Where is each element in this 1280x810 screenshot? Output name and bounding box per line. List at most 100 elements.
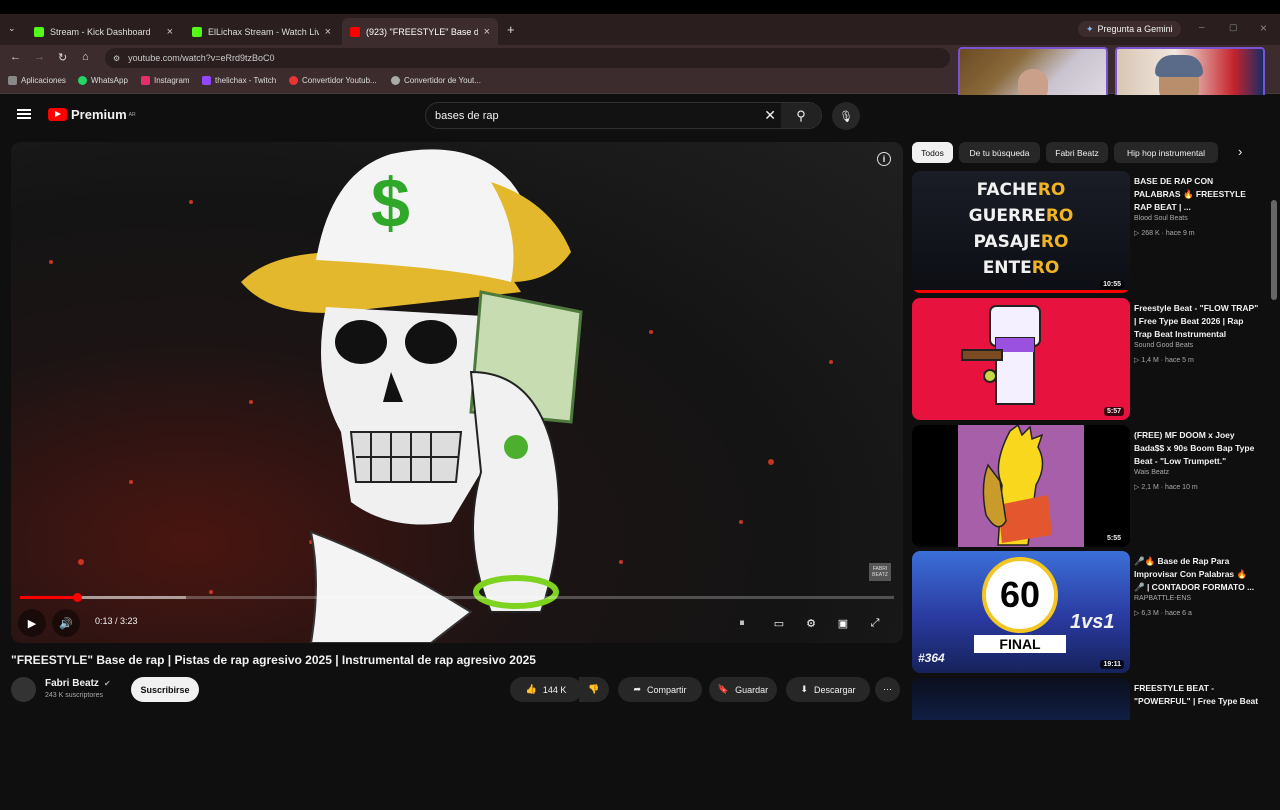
video-thumbnail[interactable]: 60 FINAL 1vs1 #364 19:11 <box>912 551 1130 673</box>
globe-icon <box>391 76 400 85</box>
youtube-logo[interactable]: Premium AR <box>48 107 136 122</box>
play-button[interactable]: ▶ <box>18 609 46 637</box>
chip-all[interactable]: Todos <box>912 142 953 163</box>
home-icon[interactable]: ⌂ <box>82 51 89 63</box>
recommendation-channel[interactable]: Sound Good Beats <box>1134 342 1193 349</box>
recommendation-title[interactable]: BASE DE RAP CON PALABRAS 🔥 FREESTYLE RAP… <box>1134 175 1260 214</box>
reload-icon[interactable]: ↻ <box>58 51 67 64</box>
chip-hiphop[interactable]: Hip hop instrumental <box>1114 142 1218 163</box>
kick-icon <box>192 26 202 37</box>
recommendation-channel[interactable]: Blood Soul Beats <box>1134 215 1188 222</box>
recommendation-item[interactable]: FACHERO GUERRERO PASAJERO ENTERO 10:55 B… <box>912 171 1260 293</box>
duration-badge: 5:57 <box>1103 407 1124 416</box>
tab-search-icon[interactable]: ⌄ <box>8 23 16 34</box>
dislike-button[interactable]: 👎 <box>579 677 609 702</box>
youtube-page: Premium AR bases de rap ✕ ⚲ 🎙 $ i FABRI … <box>0 95 1280 720</box>
autoplay-toggle[interactable]: ⏸ <box>728 609 756 637</box>
clear-icon[interactable]: ✕ <box>764 107 776 124</box>
thumb-word: FACHERO <box>976 180 1066 200</box>
video-player[interactable]: $ i FABRI BEATZ ▶ 🔊 0:13 / 3:23 ⏸ ▭ ⚙ ▣ … <box>11 142 903 643</box>
recommendation-meta: ▷ 268 K · hace 9 m <box>1134 230 1195 237</box>
time-display: 0:13 / 3:23 <box>95 616 138 626</box>
settings-button[interactable]: ⚙ <box>797 609 825 637</box>
thumb-vs-label: 1vs1 <box>1070 611 1115 633</box>
scrollbar-thumb[interactable] <box>1271 200 1277 300</box>
url-field[interactable]: ⚙ youtube.com/watch?v=eRrd9tzBoC0 <box>105 48 950 68</box>
recommendation-channel[interactable]: RAPBATTLE-ENS <box>1134 595 1191 602</box>
video-thumbnail[interactable]: 5:57 <box>912 298 1130 420</box>
gemini-button[interactable]: ✦ Pregunta a Gemini <box>1078 21 1181 37</box>
tab-kick-dashboard[interactable]: Stream - Kick Dashboard × <box>26 18 181 45</box>
theater-icon: ▣ <box>837 617 849 630</box>
recommendation-title[interactable]: Freestyle Beat - "FLOW TRAP" | Free Type… <box>1134 302 1260 341</box>
bookmark-converter-2[interactable]: Convertidor de Yout... <box>391 76 481 85</box>
chip-channel[interactable]: Fabri Beatz <box>1046 142 1108 163</box>
bookmark-instagram[interactable]: Instagram <box>141 76 190 85</box>
bookmark-twitch[interactable]: thelichax - Twitch <box>202 76 276 85</box>
close-icon[interactable]: × <box>325 26 331 38</box>
thumbs-down-icon: 👎 <box>588 684 600 694</box>
save-button[interactable]: 🔖 Guardar <box>709 677 777 702</box>
voice-search-button[interactable]: 🎙 <box>832 102 860 130</box>
bookmark-label: WhatsApp <box>91 76 128 85</box>
menu-icon[interactable] <box>17 109 31 119</box>
subscribe-button[interactable]: Suscribirse <box>131 677 199 702</box>
recommendation-title[interactable]: FREESTYLE BEAT - "POWERFUL" | Free Type … <box>1134 682 1260 708</box>
tab-youtube[interactable]: (923) "FREESTYLE" Base de rap × <box>342 18 498 45</box>
youtube-icon <box>350 26 360 37</box>
browser-tab-bar: ⌄ Stream - Kick Dashboard × ElLichax Str… <box>0 14 1280 45</box>
video-thumbnail[interactable]: 5:55 <box>912 425 1130 547</box>
download-button[interactable]: ⬇ Descargar <box>786 677 870 702</box>
window-close-icon[interactable]: × <box>1260 21 1267 35</box>
video-thumbnail[interactable]: FACHERO GUERRERO PASAJERO ENTERO 10:55 <box>912 171 1130 293</box>
subscriber-count: 243 K suscriptores <box>45 692 103 699</box>
whatsapp-icon <box>78 76 87 85</box>
chip-from-search[interactable]: De tu búsqueda <box>959 142 1040 163</box>
new-tab-button[interactable]: + <box>507 22 515 37</box>
scrollbar[interactable] <box>1271 190 1277 810</box>
thumbs-up-icon: 👍 <box>525 684 537 694</box>
twitch-icon <box>202 76 211 85</box>
recommendation-item[interactable]: 5:55 (FREE) MF DOOM x Joey Bada$$ x 90s … <box>912 425 1260 547</box>
chevron-right-icon[interactable]: › <box>1238 144 1242 159</box>
channel-name[interactable]: Fabri Beatz <box>45 678 99 689</box>
search-button[interactable]: ⚲ <box>781 103 821 128</box>
tab-kick-stream[interactable]: ElLichax Stream - Watch Live o × <box>184 18 339 45</box>
search-icon: ⚲ <box>796 107 806 123</box>
video-thumbnail[interactable] <box>912 678 1130 720</box>
bookmark-whatsapp[interactable]: WhatsApp <box>78 76 128 85</box>
avatar[interactable] <box>11 677 36 702</box>
logo-country: AR <box>128 111 136 118</box>
progress-bar[interactable] <box>20 593 894 602</box>
search-input[interactable]: bases de rap ✕ ⚲ <box>425 102 822 129</box>
recommendation-item[interactable]: FREESTYLE BEAT - "POWERFUL" | Free Type … <box>912 678 1260 720</box>
thumb-timer-number: 60 <box>982 557 1058 633</box>
close-icon[interactable]: × <box>484 26 490 38</box>
info-icon[interactable]: i <box>877 152 891 166</box>
channel-watermark[interactable]: FABRI BEATZ <box>869 563 891 581</box>
close-icon[interactable]: × <box>167 26 173 38</box>
back-icon[interactable]: ← <box>10 51 21 63</box>
bookmark-converter-1[interactable]: Convertidor Youtub... <box>289 76 377 85</box>
like-button[interactable]: 👍 144 K <box>510 677 582 702</box>
minimize-icon[interactable]: – <box>1199 22 1205 33</box>
forward-icon[interactable]: → <box>34 51 45 63</box>
theater-button[interactable]: ▣ <box>829 609 857 637</box>
bookmark-apps[interactable]: Aplicaciones <box>8 76 66 85</box>
site-info-icon[interactable]: ⚙ <box>113 54 120 63</box>
subtitles-button[interactable]: ▭ <box>765 609 793 637</box>
gemini-label: Pregunta a Gemini <box>1097 24 1173 34</box>
more-actions-button[interactable]: ⋯ <box>875 677 900 702</box>
recommendation-channel[interactable]: Wais Beatz <box>1134 469 1169 476</box>
recommendation-title[interactable]: 🎤🔥 Base de Rap Para Improvisar Con Palab… <box>1134 555 1260 594</box>
maximize-icon[interactable]: ▢ <box>1229 22 1238 33</box>
fullscreen-button[interactable]: ⤢ <box>861 609 889 637</box>
volume-button[interactable]: 🔊 <box>52 609 80 637</box>
share-button[interactable]: ➦ Compartir <box>618 677 702 702</box>
bookmark-label: Aplicaciones <box>21 76 66 85</box>
recommendation-item[interactable]: 60 FINAL 1vs1 #364 19:11 🎤🔥 Base de Rap … <box>912 551 1260 673</box>
recommendation-item[interactable]: 5:57 Freestyle Beat - "FLOW TRAP" | Free… <box>912 298 1260 420</box>
share-label: Compartir <box>647 684 687 695</box>
recommendation-title[interactable]: (FREE) MF DOOM x Joey Bada$$ x 90s Boom … <box>1134 429 1260 468</box>
save-label: Guardar <box>735 684 769 695</box>
